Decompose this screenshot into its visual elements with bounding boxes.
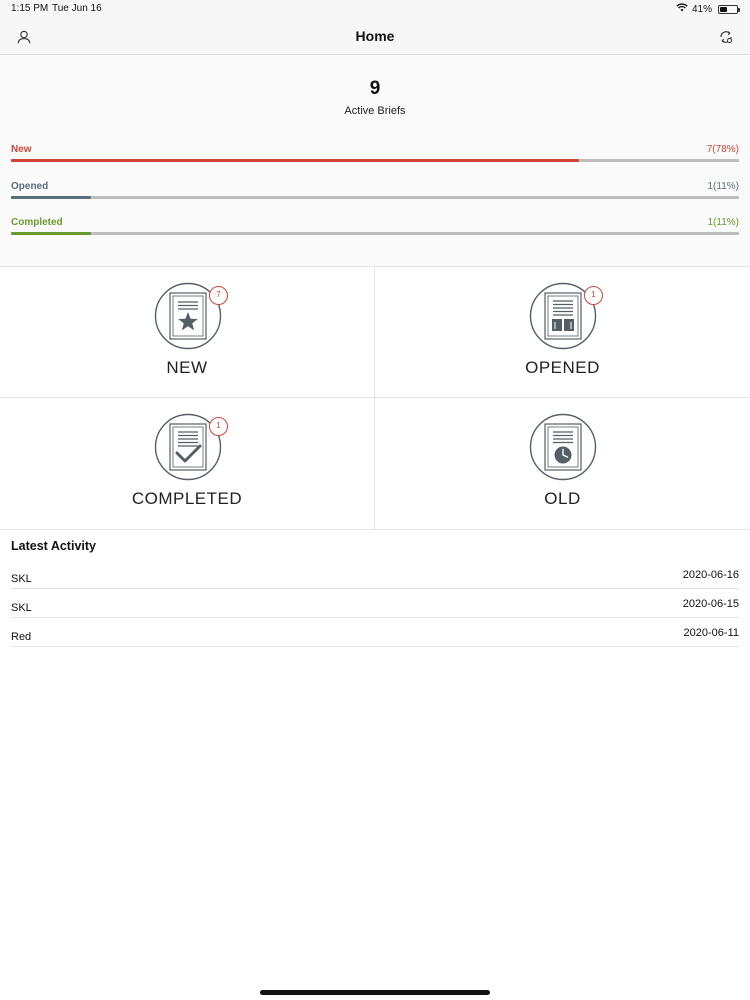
activity-date: 2020-06-15 [682,598,739,610]
progress-track [11,159,739,162]
progress-completed: Completed 1(11%) [11,217,739,237]
tile-label: COMPLETED [131,489,243,508]
list-item[interactable]: Red 2020-06-11 [11,618,739,647]
status-time: 1:15 PM [11,3,49,14]
progress-label: Completed [11,217,63,228]
battery-level [720,6,727,12]
progress-opened: Opened 1(11%) [11,181,739,201]
progress-new: New 7(78%) [11,144,739,164]
page-title: Home [355,28,395,44]
battery-icon [718,4,740,14]
tile-label: OPENED [525,358,600,377]
status-bar: 1:15 PM Tue Jun 16 41% [0,0,750,18]
progress-track [11,232,739,235]
section-title: Latest Activity [11,539,96,553]
sync-icon[interactable] [715,26,737,48]
opened-count-badge: 1 [584,286,603,305]
active-briefs-count: 9 [369,78,381,99]
activity-date: 2020-06-16 [682,569,739,581]
activity-name: SKL [11,602,32,614]
progress-value: 7(78%) [706,144,739,155]
list-item[interactable]: SKL 2020-06-16 [11,560,739,589]
progress-value: 1(11%) [707,181,740,192]
progress-label: New [11,144,32,155]
list-item[interactable]: SKL 2020-06-15 [11,589,739,618]
status-indicators: 41% [676,3,740,15]
activity-name: Red [11,631,32,643]
new-count-badge: 7 [209,286,228,305]
wifi-icon [676,3,688,15]
briefs-summary: 9 Active Briefs New 7(78%) Opened 1(11%)… [0,56,750,267]
progress-fill [11,159,579,162]
battery-percent: 41% [691,3,712,15]
completed-count-badge: 1 [209,417,228,436]
progress-track [11,196,739,199]
tile-label: OLD [544,489,581,508]
tile-old[interactable]: OLD [375,398,750,529]
progress-fill [11,196,91,199]
home-indicator[interactable] [260,990,490,995]
progress-fill [11,232,91,235]
brief-category-grid: 7 NEW 1 OPENED 1 COMPLETED OLD [0,267,750,530]
document-clock-icon [529,413,597,481]
active-briefs-label: Active Briefs [344,105,406,117]
status-date: Tue Jun 16 [52,3,102,14]
tile-new[interactable]: 7 NEW [0,267,375,398]
progress-label: Opened [11,181,49,192]
activity-name: SKL [11,573,32,585]
tile-completed[interactable]: 1 COMPLETED [0,398,375,529]
tile-label: NEW [166,358,208,377]
progress-value: 1(11%) [707,217,740,228]
nav-bar: Home [0,18,750,55]
tile-opened[interactable]: 1 OPENED [375,267,750,398]
activity-date: 2020-06-11 [683,627,739,639]
activity-list: SKL 2020-06-16 SKL 2020-06-15 Red 2020-0… [11,560,739,647]
